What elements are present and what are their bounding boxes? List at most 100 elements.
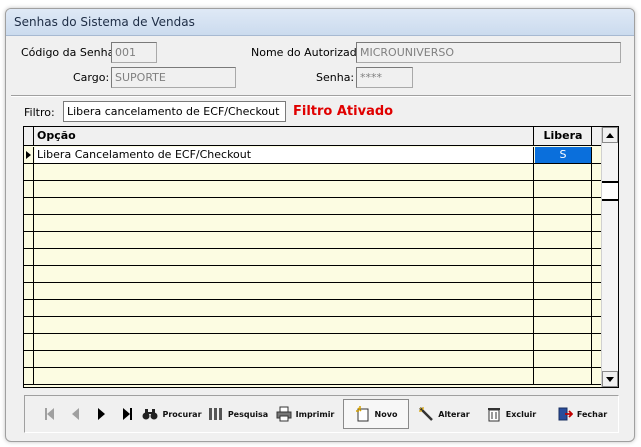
scroll-thumb[interactable]	[602, 181, 618, 201]
separator	[11, 95, 631, 97]
libera-cell[interactable]	[535, 232, 592, 248]
nome-field[interactable]: MICROUNIVERSO	[356, 42, 621, 63]
table-row[interactable]	[24, 215, 602, 232]
libera-header[interactable]: Libera	[535, 127, 592, 145]
grid-rows: Libera Cancelamento de ECF/Checkout S	[24, 147, 602, 385]
opcao-cell[interactable]	[35, 334, 534, 350]
pesquisa-label: Pesquisa	[227, 409, 269, 419]
row-indicator	[24, 334, 34, 350]
opcao-cell[interactable]	[35, 283, 534, 299]
row-pointer-icon	[26, 151, 31, 159]
vertical-scrollbar[interactable]	[601, 127, 618, 387]
row-indicator	[24, 198, 34, 214]
opcao-cell[interactable]	[35, 215, 534, 231]
nome-label: Nome do Autorizado:	[251, 46, 368, 59]
libera-cell[interactable]	[535, 266, 592, 282]
imprimir-label: Imprimir	[295, 409, 335, 419]
row-indicator	[24, 215, 34, 231]
libera-cell[interactable]	[535, 317, 592, 333]
libera-cell[interactable]	[535, 181, 592, 197]
table-row[interactable]	[24, 232, 602, 249]
opcao-cell[interactable]	[35, 300, 534, 316]
table-row[interactable]	[24, 334, 602, 351]
table-row[interactable]	[24, 283, 602, 300]
opcao-cell[interactable]	[35, 164, 534, 180]
codigo-field[interactable]: 001	[111, 42, 157, 63]
opcao-cell[interactable]: Libera Cancelamento de ECF/Checkout	[35, 147, 534, 163]
senhas-window: Senhas do Sistema de Vendas Código da Se…	[5, 8, 635, 442]
alterar-label: Alterar	[438, 409, 470, 419]
opcao-cell[interactable]	[35, 368, 534, 384]
libera-cell[interactable]	[535, 249, 592, 265]
row-indicator	[24, 317, 34, 333]
filter-input[interactable]: Libera cancelamento de ECF/Checkout	[63, 101, 286, 122]
fechar-label: Fechar	[576, 409, 608, 419]
table-row[interactable]	[24, 181, 602, 198]
row-indicator	[24, 283, 34, 299]
exit-door-icon	[558, 407, 573, 421]
libera-cell[interactable]	[535, 198, 592, 214]
table-row[interactable]	[24, 368, 602, 385]
libera-cell[interactable]	[535, 351, 592, 367]
novo-label: Novo	[374, 409, 398, 419]
table-row[interactable]: Libera Cancelamento de ECF/Checkout S	[24, 147, 602, 164]
row-indicator	[24, 300, 34, 316]
libera-cell[interactable]	[535, 164, 592, 180]
opcao-cell[interactable]	[35, 232, 534, 248]
opcao-cell[interactable]	[35, 351, 534, 367]
table-row[interactable]	[24, 198, 602, 215]
senha-label: Senha:	[316, 71, 355, 84]
imprimir-button[interactable]: Imprimir	[274, 399, 336, 429]
opcao-cell[interactable]	[35, 317, 534, 333]
indicator-header	[24, 127, 34, 145]
opcao-cell[interactable]	[35, 266, 534, 282]
table-row[interactable]	[24, 164, 602, 181]
libera-cell[interactable]: S	[535, 147, 592, 163]
opcao-cell[interactable]	[35, 249, 534, 265]
first-icon	[44, 408, 54, 420]
libera-cell[interactable]	[535, 334, 592, 350]
window-title: Senhas do Sistema de Vendas	[6, 9, 634, 36]
cargo-label: Cargo:	[73, 71, 110, 84]
libera-cell[interactable]	[535, 215, 592, 231]
row-indicator	[24, 181, 34, 197]
table-row[interactable]	[24, 317, 602, 334]
first-record-button[interactable]	[38, 399, 60, 429]
pesquisa-button[interactable]: Pesquisa	[207, 399, 269, 429]
table-row[interactable]	[24, 249, 602, 266]
next-record-button[interactable]	[90, 399, 112, 429]
codigo-label: Código da Senha:	[21, 46, 119, 59]
opcao-header[interactable]: Opção	[35, 127, 534, 145]
procurar-button[interactable]: Procurar	[141, 399, 203, 429]
table-row[interactable]	[24, 300, 602, 317]
novo-button[interactable]: Novo	[343, 399, 409, 429]
excluir-button[interactable]: Excluir	[480, 399, 542, 429]
opcao-cell[interactable]	[35, 198, 534, 214]
columns-icon	[208, 408, 222, 420]
trash-icon	[487, 408, 500, 422]
opcao-cell[interactable]	[35, 181, 534, 197]
last-icon	[122, 408, 132, 420]
scroll-up-button[interactable]	[602, 127, 618, 143]
alterar-button[interactable]: Alterar	[413, 399, 475, 429]
filter-status: Filtro Ativado	[293, 104, 394, 119]
procurar-label: Procurar	[162, 409, 202, 419]
toolbar: Procurar Pesquisa Imprimir Novo Alterar …	[24, 395, 619, 433]
last-record-button[interactable]	[116, 399, 138, 429]
table-row[interactable]	[24, 266, 602, 283]
libera-cell[interactable]	[535, 300, 592, 316]
cargo-field[interactable]: SUPORTE	[111, 67, 236, 88]
arrow-up-icon	[606, 132, 614, 138]
fechar-button[interactable]: Fechar	[549, 399, 615, 429]
printer-icon	[276, 406, 292, 422]
options-grid[interactable]: Opção Libera Libera Cancelamento de ECF/…	[23, 126, 619, 388]
table-row[interactable]	[24, 351, 602, 368]
libera-cell[interactable]	[535, 368, 592, 384]
prev-record-button[interactable]	[64, 399, 86, 429]
arrow-down-icon	[606, 376, 614, 382]
row-indicator	[24, 147, 34, 163]
edit-wand-icon	[419, 407, 434, 421]
scroll-down-button[interactable]	[602, 371, 618, 387]
senha-field[interactable]: ****	[356, 67, 413, 88]
libera-cell[interactable]	[535, 283, 592, 299]
